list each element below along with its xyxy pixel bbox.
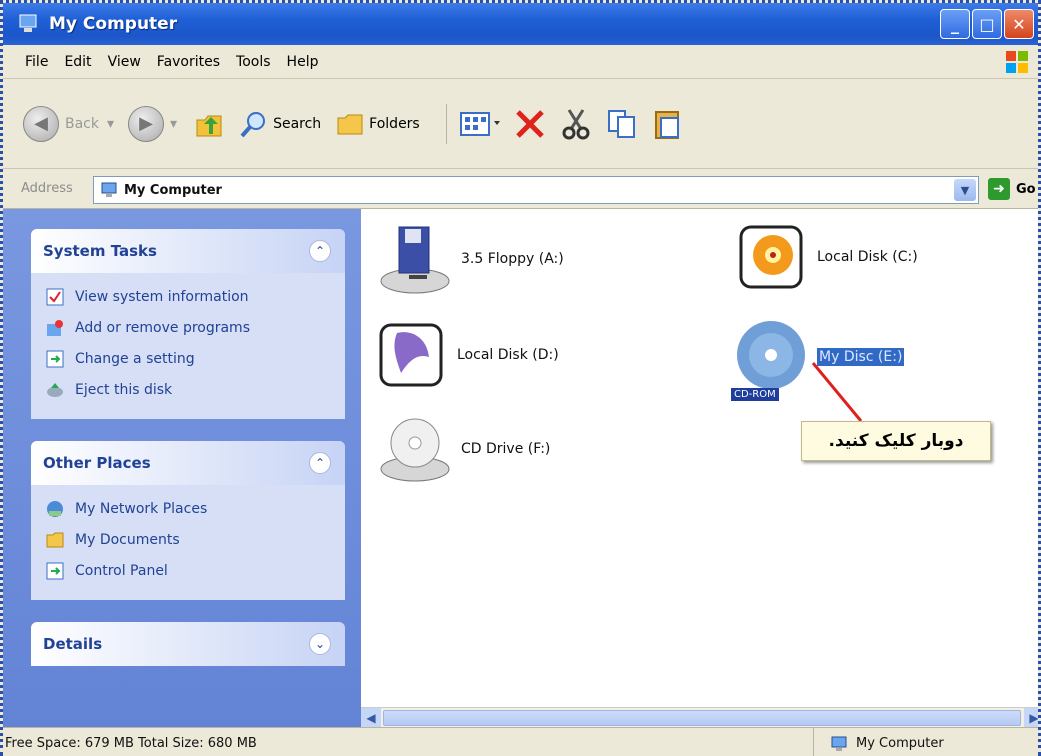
- toolbar: ◀ Back ▾ ▶ ▾ Search Folders: [3, 79, 1038, 169]
- cd-rom-drive-icon: CD-ROM: [731, 317, 811, 401]
- eject-disk-icon: [47, 382, 63, 397]
- my-computer-icon: [101, 182, 117, 197]
- address-dropdown-icon[interactable]: ▼: [954, 179, 976, 201]
- address-label: Address: [21, 181, 73, 196]
- menu-file[interactable]: File: [25, 54, 48, 70]
- scroll-left-icon[interactable]: ◀: [361, 708, 381, 728]
- menu-tools[interactable]: Tools: [236, 54, 271, 70]
- forward-dropdown-icon: ▾: [170, 115, 178, 132]
- my-computer-icon: [19, 14, 37, 32]
- go-button[interactable]: ➜ Go: [988, 178, 1036, 200]
- menu-help[interactable]: Help: [287, 54, 319, 70]
- collapse-icon[interactable]: ⌃: [309, 240, 331, 262]
- drive-list: 3.5 Floppy (A:) Local Disk (C:) Local Di…: [361, 209, 1038, 728]
- close-button[interactable]: ✕: [1004, 9, 1034, 39]
- toolbar-separator: [445, 103, 447, 144]
- window-title: My Computer: [49, 14, 178, 34]
- minimize-button[interactable]: _: [940, 9, 970, 39]
- my-documents-icon: [46, 532, 64, 547]
- menu-bar: File Edit View Favorites Tools Help: [3, 45, 1038, 79]
- floppy-drive-icon: [380, 226, 450, 294]
- system-tasks-panel: System Tasks ⌃ View system information A…: [31, 229, 345, 419]
- forward-button[interactable]: ▶ ▾: [128, 105, 178, 142]
- status-free-space: Free Space: 679 MB Total Size: 680 MB: [5, 736, 257, 751]
- up-folder-icon[interactable]: [191, 106, 227, 142]
- back-dropdown-icon: ▾: [107, 115, 115, 132]
- drive-local-d[interactable]: Local Disk (D:): [375, 317, 559, 393]
- my-computer-icon: [831, 736, 847, 751]
- scrollbar-thumb[interactable]: [383, 710, 1021, 726]
- cut-icon[interactable]: [559, 107, 593, 141]
- place-my-documents[interactable]: My Documents: [45, 524, 335, 555]
- task-pane: System Tasks ⌃ View system information A…: [3, 209, 361, 727]
- status-bar: Free Space: 679 MB Total Size: 680 MB My…: [3, 727, 1038, 756]
- views-icon[interactable]: [459, 109, 503, 139]
- control-panel-icon: [46, 562, 64, 579]
- forward-arrow-icon: ▶: [128, 105, 165, 142]
- search-button[interactable]: Search: [239, 109, 321, 139]
- horizontal-scrollbar[interactable]: ◀ ▶: [361, 707, 1038, 728]
- title-bar[interactable]: My Computer _ □ ✕: [3, 3, 1038, 45]
- maximize-button[interactable]: □: [972, 9, 1002, 39]
- task-eject-disk[interactable]: Eject this disk: [45, 374, 335, 405]
- callout-pointer: [811, 362, 863, 422]
- task-add-remove-programs[interactable]: Add or remove programs: [45, 312, 335, 343]
- system-tasks-header[interactable]: System Tasks ⌃: [31, 229, 345, 273]
- drive-cd-f[interactable]: CD Drive (F:): [375, 409, 550, 489]
- control-panel-icon: [46, 350, 64, 367]
- collapse-icon[interactable]: ⌃: [309, 452, 331, 474]
- windows-logo-icon: [1006, 51, 1028, 73]
- details-header[interactable]: Details ⌄: [31, 622, 345, 666]
- address-bar: Address My Computer ▼ ➜ Go: [3, 169, 1038, 209]
- place-control-panel[interactable]: Control Panel: [45, 555, 335, 586]
- task-view-system-information[interactable]: View system information: [45, 281, 335, 312]
- local-disk-icon: [739, 225, 803, 289]
- local-disk-icon: [379, 323, 443, 387]
- system-info-icon: [46, 288, 64, 305]
- details-panel: Details ⌄: [31, 622, 345, 666]
- scroll-right-icon[interactable]: ▶: [1024, 708, 1038, 728]
- address-value: My Computer: [124, 182, 222, 198]
- other-places-panel: Other Places ⌃ My Network Places My Docu…: [31, 441, 345, 600]
- drive-floppy-a[interactable]: 3.5 Floppy (A:): [375, 219, 564, 299]
- folders-icon: [337, 114, 363, 134]
- copy-icon[interactable]: [605, 107, 639, 141]
- search-icon: [240, 111, 266, 137]
- drive-local-c[interactable]: Local Disk (C:): [735, 219, 918, 295]
- task-change-setting[interactable]: Change a setting: [45, 343, 335, 374]
- cd-rom-tag: CD-ROM: [731, 388, 779, 401]
- expand-icon[interactable]: ⌄: [309, 633, 331, 655]
- menu-favorites[interactable]: Favorites: [157, 54, 220, 70]
- status-location: My Computer: [813, 727, 944, 756]
- back-button[interactable]: ◀ Back ▾: [23, 105, 115, 142]
- other-places-header[interactable]: Other Places ⌃: [31, 441, 345, 485]
- menu-view[interactable]: View: [108, 54, 141, 70]
- paste-icon[interactable]: [651, 107, 685, 141]
- network-places-icon: [47, 500, 63, 517]
- add-remove-programs-icon: [47, 319, 63, 336]
- go-arrow-icon: ➜: [988, 178, 1010, 200]
- menu-edit[interactable]: Edit: [64, 54, 91, 70]
- explorer-window: My Computer _ □ ✕ File Edit View Favorit…: [0, 0, 1041, 756]
- address-field[interactable]: My Computer ▼: [93, 176, 979, 204]
- instruction-callout: دوبار کلیک کنید.: [801, 421, 991, 461]
- delete-icon[interactable]: [513, 107, 547, 141]
- back-arrow-icon: ◀: [23, 105, 59, 142]
- folders-button[interactable]: Folders: [335, 109, 420, 139]
- cd-drive-icon: [380, 418, 450, 482]
- place-my-network-places[interactable]: My Network Places: [45, 493, 335, 524]
